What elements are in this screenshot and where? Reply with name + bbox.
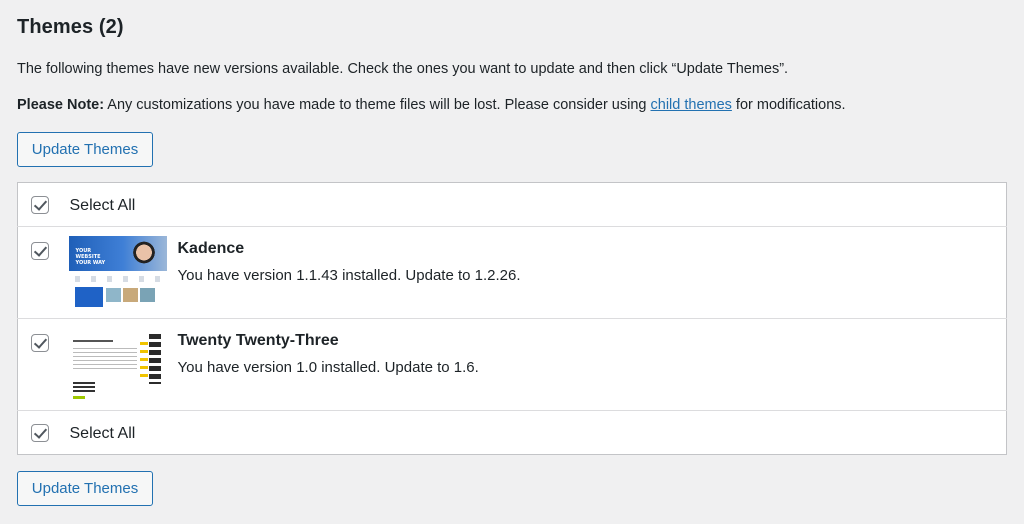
intro-text: The following themes have new versions a…: [17, 61, 789, 77]
select-all-label-top[interactable]: Select All: [70, 197, 136, 215]
themes-table: Select All YOUR WEBSITE YOUR WAY Kadence: [17, 182, 1007, 455]
theme-checkbox-kadence[interactable]: [31, 242, 49, 260]
select-all-row-bottom: Select All: [17, 410, 1007, 455]
page-title: Themes (2): [17, 16, 124, 38]
kadence-thumb-text: YOUR WEBSITE YOUR WAY: [75, 248, 106, 266]
theme-name-kadence: Kadence: [177, 240, 245, 257]
note-text: Any customizations you have made to them…: [104, 97, 651, 113]
theme-checkbox-twenty-twenty-three[interactable]: [31, 334, 49, 352]
child-themes-link[interactable]: child themes: [651, 97, 732, 113]
update-themes-button-top[interactable]: Update Themes: [17, 132, 153, 167]
update-themes-button-bottom[interactable]: Update Themes: [17, 471, 153, 506]
kadence-screenshot: YOUR WEBSITE YOUR WAY: [68, 236, 167, 310]
select-all-checkbox-bottom[interactable]: [31, 424, 49, 442]
theme-row-kadence: YOUR WEBSITE YOUR WAY Kadence You have v…: [17, 226, 1007, 319]
twenty-twenty-three-screenshot: [68, 328, 167, 402]
select-all-checkbox-top[interactable]: [31, 196, 49, 214]
theme-version-kadence: You have version 1.1.43 installed. Updat…: [177, 267, 521, 284]
theme-row-twenty-twenty-three: Twenty Twenty-Three You have version 1.0…: [17, 318, 1007, 411]
note-end-text: for modifications.: [731, 97, 846, 113]
note-label: Please Note:: [17, 97, 105, 113]
note-paragraph: Please Note: Any customizations you have…: [17, 97, 846, 113]
theme-name-twenty-twenty-three: Twenty Twenty-Three: [177, 332, 339, 349]
select-all-label-bottom[interactable]: Select All: [70, 425, 136, 443]
theme-version-twenty-twenty-three: You have version 1.0 installed. Update t…: [177, 359, 479, 376]
select-all-row-top: Select All: [18, 183, 1007, 227]
